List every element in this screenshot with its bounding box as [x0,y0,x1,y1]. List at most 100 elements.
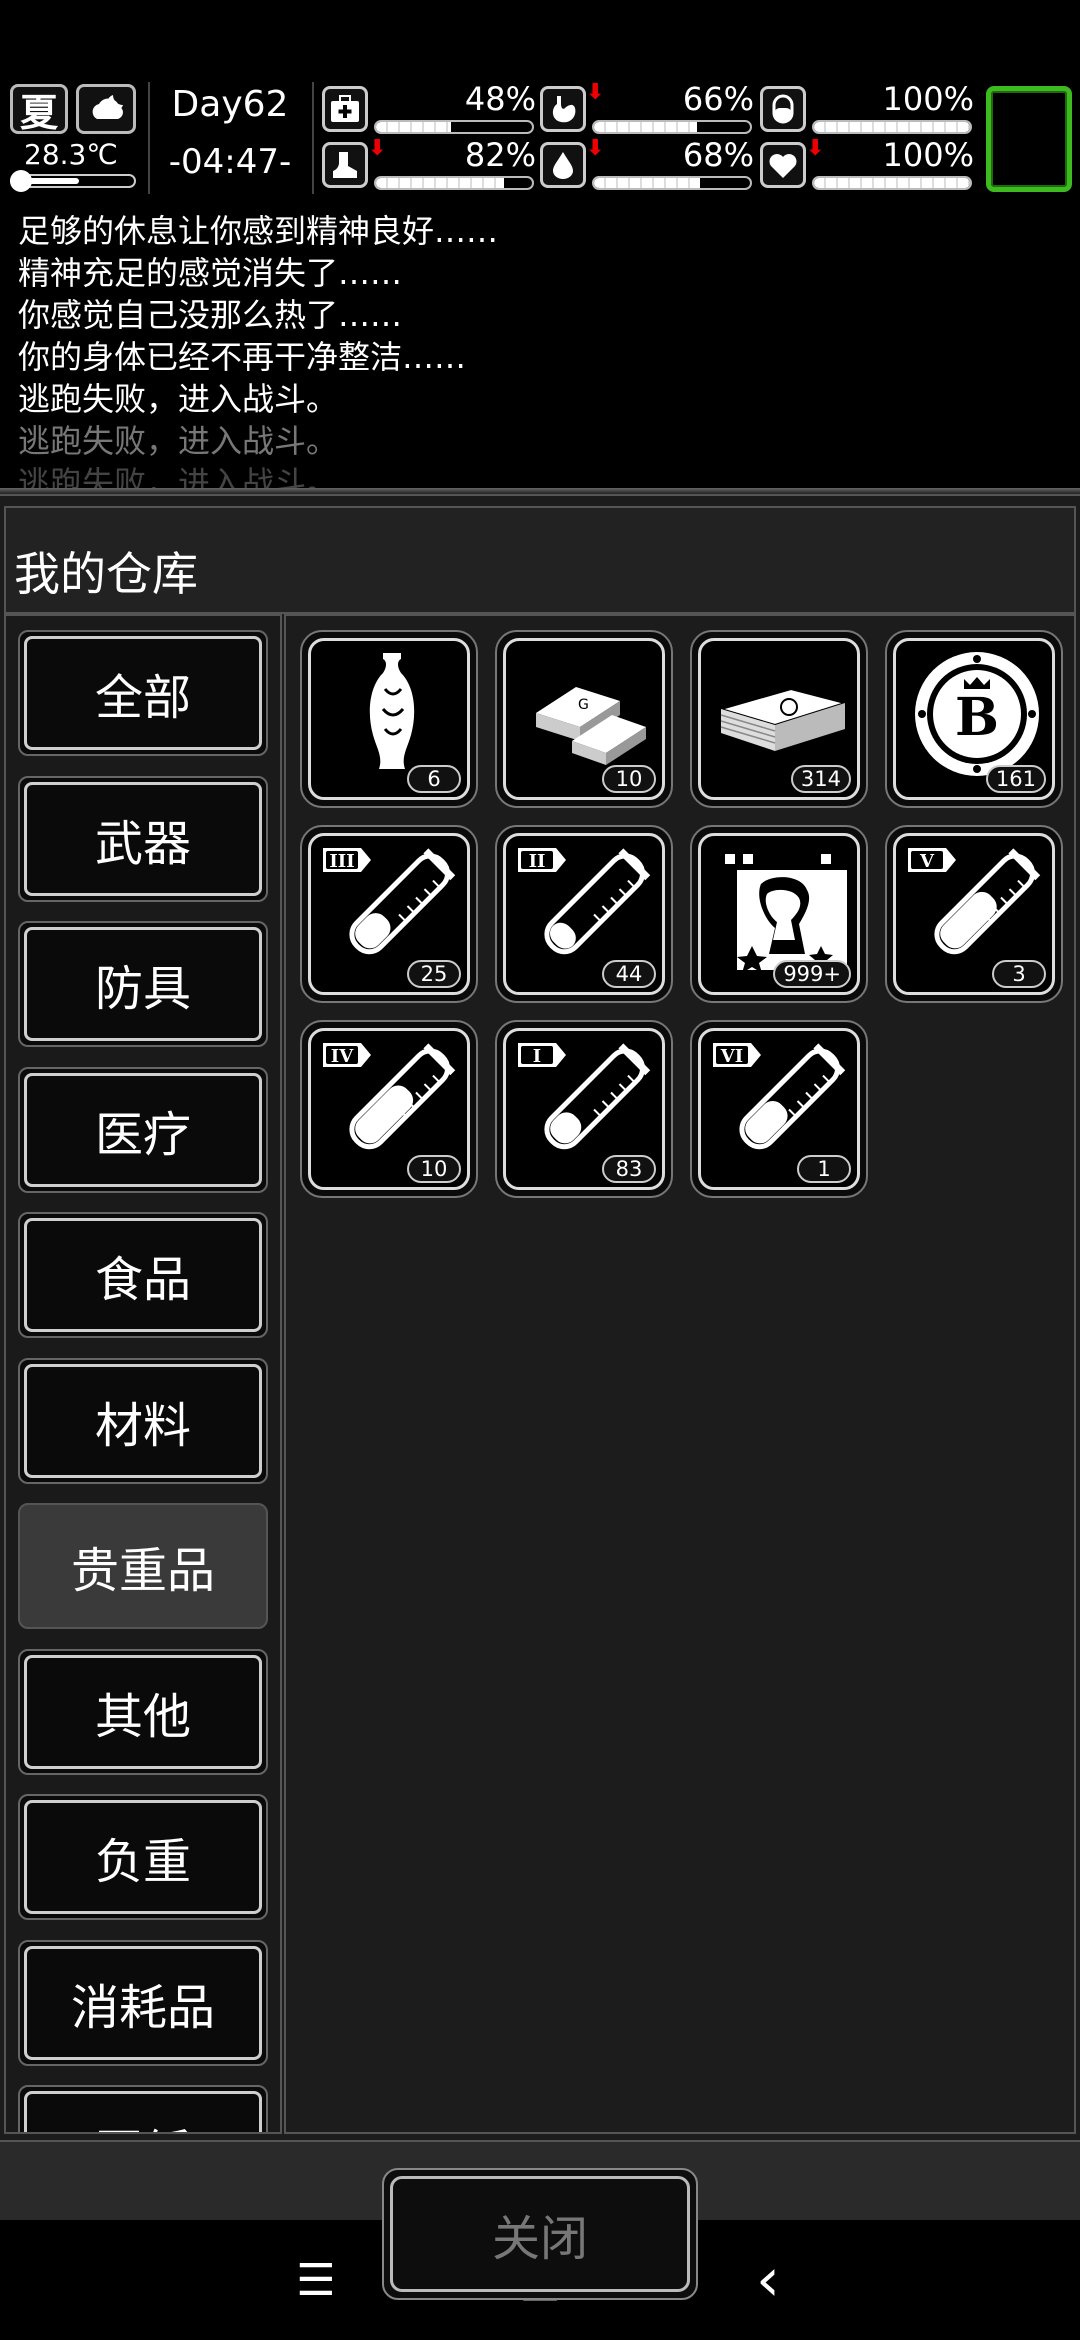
thermometer-icon [10,170,32,192]
category-label: 消耗品 [24,1945,262,2060]
category-label: 食品 [24,1218,262,1332]
svg-text:V: V [919,851,935,872]
panel-title: 我的仓库 [14,547,198,601]
item-count: 6 [407,765,461,793]
stat-bar [592,120,752,134]
cloudy-moon-icon[interactable] [76,84,136,134]
category-tab[interactable]: 医疗 [18,1066,268,1193]
inventory-slot[interactable]: 314 [690,630,868,808]
stat-value: 68% [682,136,754,174]
category-label: 材料 [24,1363,262,1478]
svg-text:II: II [529,851,546,872]
category-tab[interactable]: 材料 [18,1357,268,1484]
log-line: 足够的休息让你感到精神良好…… [18,212,499,250]
category-tab[interactable]: 全部 [18,630,268,756]
category-tab[interactable]: 消耗品 [18,1939,268,2066]
inventory-slot[interactable]: III 25 [300,825,478,1003]
stat-bar [812,120,972,134]
svg-text:IV: IV [331,1046,354,1067]
category-label: 图纸 [24,2091,262,2132]
item-count: 83 [602,1155,656,1183]
category-label: 武器 [24,781,262,896]
category-tab[interactable]: 防具 [18,921,268,1047]
decrease-arrow-icon: ⬇ [806,136,825,161]
season-badge[interactable]: 夏 [10,84,68,135]
gold-bars-icon: G 10 [503,638,665,800]
log-line: 你感觉自己没那么热了…… [18,296,403,334]
stat-thirst[interactable]: ⬇ 68% [540,136,758,190]
item-count: 3 [992,960,1046,988]
equipment-slot[interactable] [986,86,1072,192]
category-label: 防具 [24,927,262,1041]
stat-mood[interactable]: ⬇ 100% [760,136,978,190]
divider [312,82,314,194]
menu-icon[interactable]: ☰ [276,2250,356,2310]
stat-stamina[interactable]: ⬇ 82% [322,136,540,190]
stat-value: 48% [464,80,536,118]
item-count: 10 [602,765,656,793]
inventory-slot[interactable]: VI 1 [690,1020,868,1198]
close-button[interactable]: 关闭 [382,2168,698,2300]
back-icon[interactable]: ‹ [728,2245,808,2315]
pill-icon [760,86,806,132]
cash-stack-icon: 314 [698,638,860,800]
item-count: 44 [602,960,656,988]
stat-health[interactable]: 48% [322,80,540,134]
test-tube-IV-icon: IV 10 [308,1028,470,1190]
bitcoin-chip-icon: B 161 [893,638,1055,800]
category-tab[interactable]: 图纸 [18,2085,268,2132]
stat-value: 66% [682,80,754,118]
log-line: 逃跑失败，进入战斗。 [18,464,339,490]
category-label: 负重 [24,1800,262,1914]
item-count: 314 [790,765,851,793]
water-drop-icon [540,142,586,188]
log-line: 精神充足的感觉消失了…… [18,254,403,292]
decrease-arrow-icon: ⬇ [586,80,605,105]
category-tab[interactable]: 负重 [18,1794,268,1920]
inventory-slot[interactable]: B 161 [885,630,1063,808]
boot-icon [322,142,368,188]
inventory-slot[interactable]: G 10 [495,630,673,808]
item-count: 161 [985,765,1046,793]
item-grid: 6 G 10 314 B 161 III 25 II 44 999+ V 3 IV 10 I 83 VI 1 [284,614,1076,2134]
game-clock: -04:47- [168,142,292,182]
stat-bar-fill [594,122,697,132]
test-tube-I-icon: I 83 [503,1028,665,1190]
category-tab[interactable]: 其他 [18,1648,268,1775]
stat-hunger[interactable]: ⬇ 66% [540,80,758,134]
stat-value: 100% [882,80,974,118]
item-count: 10 [407,1155,461,1183]
stat-medicine[interactable]: 100% [760,80,978,134]
item-count: 1 [797,1155,851,1183]
inventory-slot[interactable]: I 83 [495,1020,673,1198]
log-line: 逃跑失败，进入战斗。 [18,422,339,460]
test-tube-V-icon: V3 [893,833,1055,995]
test-tube-II-icon: II 44 [503,833,665,995]
inventory-slot[interactable]: II 44 [495,825,673,1003]
vase-icon: 6 [308,638,470,800]
stat-bar [812,176,972,190]
category-tab[interactable]: 武器 [18,775,268,902]
stat-value: 82% [464,136,536,174]
test-tube-VI-icon: VI 1 [698,1028,860,1190]
inventory-slot[interactable]: V3 [885,825,1063,1003]
category-label: 其他 [24,1654,262,1769]
inventory-slot[interactable]: 6 [300,630,478,808]
stat-bar-fill [376,178,504,188]
decrease-arrow-icon: ⬇ [368,136,387,161]
stat-bar-fill [814,122,970,132]
close-button-label: 关闭 [390,2176,690,2292]
stomach-icon [540,86,586,132]
inventory-slot[interactable]: IV 10 [300,1020,478,1198]
category-tab[interactable]: 食品 [18,1212,268,1338]
stat-bar-fill [376,122,451,132]
category-tab[interactable]: 贵重品 [18,1503,268,1629]
status-hud: 夏 28.3℃ Day62 -04:47- 48% ⬇ 66% 100% ⬇ 82% ⬇ 68… [0,78,1080,198]
test-tube-III-icon: III 25 [308,833,470,995]
svg-text:VI: VI [720,1046,743,1067]
category-sidebar[interactable]: 全部武器防具医疗食品材料贵重品其他负重消耗品图纸 [4,614,282,2134]
message-log[interactable]: 足够的休息让你感到精神良好…… 精神充足的感觉消失了…… 你感觉自己没那么热了…… 你… [0,210,1080,490]
inventory-slot[interactable]: 999+ [690,825,868,1003]
stat-bar [374,120,534,134]
stat-bar [374,176,534,190]
